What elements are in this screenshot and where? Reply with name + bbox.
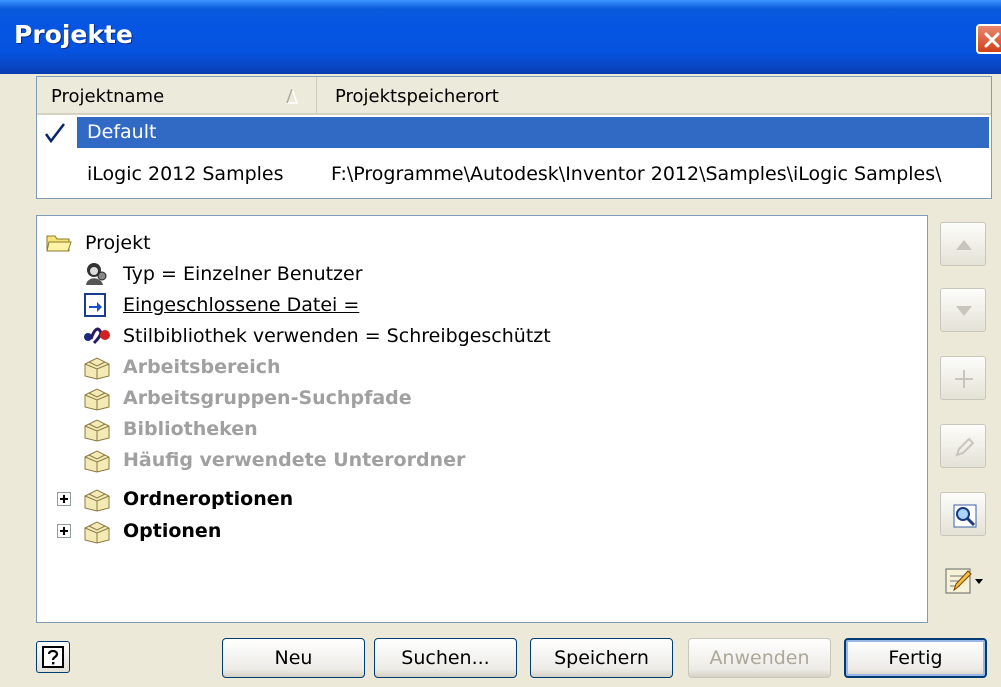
project-path-cell: F:\Programme\Autodesk\Inventor 2012\Samp… [331, 163, 942, 185]
active-check-icon [44, 123, 65, 144]
magnifier-icon [953, 504, 977, 528]
browse-button[interactable] [940, 492, 986, 536]
expand-options[interactable] [57, 524, 71, 538]
style-library-icon [84, 327, 110, 345]
list-header: Projektname Projektspeicherort [37, 77, 991, 115]
apply-button[interactable]: Anwenden [688, 638, 831, 678]
folder-icon [84, 489, 110, 512]
move-down-button[interactable] [940, 288, 986, 332]
title-bar[interactable]: Projekte [0, 0, 1001, 74]
new-button[interactable]: Neu [222, 638, 365, 678]
pencil-icon [955, 437, 975, 457]
window-title: Projekte [14, 20, 133, 49]
save-button[interactable]: Speichern [530, 638, 673, 678]
edit-path-button[interactable] [940, 424, 986, 468]
close-icon [984, 32, 1000, 48]
done-button[interactable]: Fertig [844, 638, 987, 678]
included-file-icon [84, 293, 106, 317]
project-name-cell: iLogic 2012 Samples [87, 163, 284, 185]
expand-folder-options[interactable] [57, 492, 71, 506]
project-list[interactable]: Projektname Projektspeicherort Default i… [36, 76, 992, 199]
folder-icon [84, 419, 110, 442]
add-path-button[interactable] [940, 356, 986, 400]
folder-icon [84, 450, 110, 473]
close-button[interactable] [976, 24, 1001, 54]
project-name-cell: Default [77, 117, 989, 148]
project-row-default[interactable]: Default [37, 117, 991, 148]
arrow-down-icon [956, 306, 972, 316]
plus-icon [955, 370, 973, 388]
folder-icon [84, 357, 110, 380]
column-header-project-name[interactable]: Projektname [37, 77, 317, 113]
move-up-button[interactable] [940, 222, 986, 266]
edit-document-icon [945, 568, 983, 594]
question-icon [42, 646, 64, 668]
project-row-ilogic[interactable]: iLogic 2012 Samples F:\Programme\Autodes… [37, 157, 991, 191]
column-header-project-location[interactable]: Projektspeicherort [321, 77, 721, 113]
folder-icon [84, 388, 110, 411]
sort-ascending-icon [285, 87, 299, 104]
project-folder-icon [46, 235, 72, 252]
edit-menu-button[interactable] [944, 562, 990, 606]
project-settings-tree[interactable]: Projekt Typ = Einzelner Benutzer Eingesc… [36, 215, 928, 623]
arrow-up-icon [956, 240, 972, 250]
search-button[interactable]: Suchen... [374, 638, 517, 678]
folder-icon [84, 521, 110, 544]
user-type-icon [86, 263, 107, 285]
help-button[interactable] [36, 641, 70, 673]
